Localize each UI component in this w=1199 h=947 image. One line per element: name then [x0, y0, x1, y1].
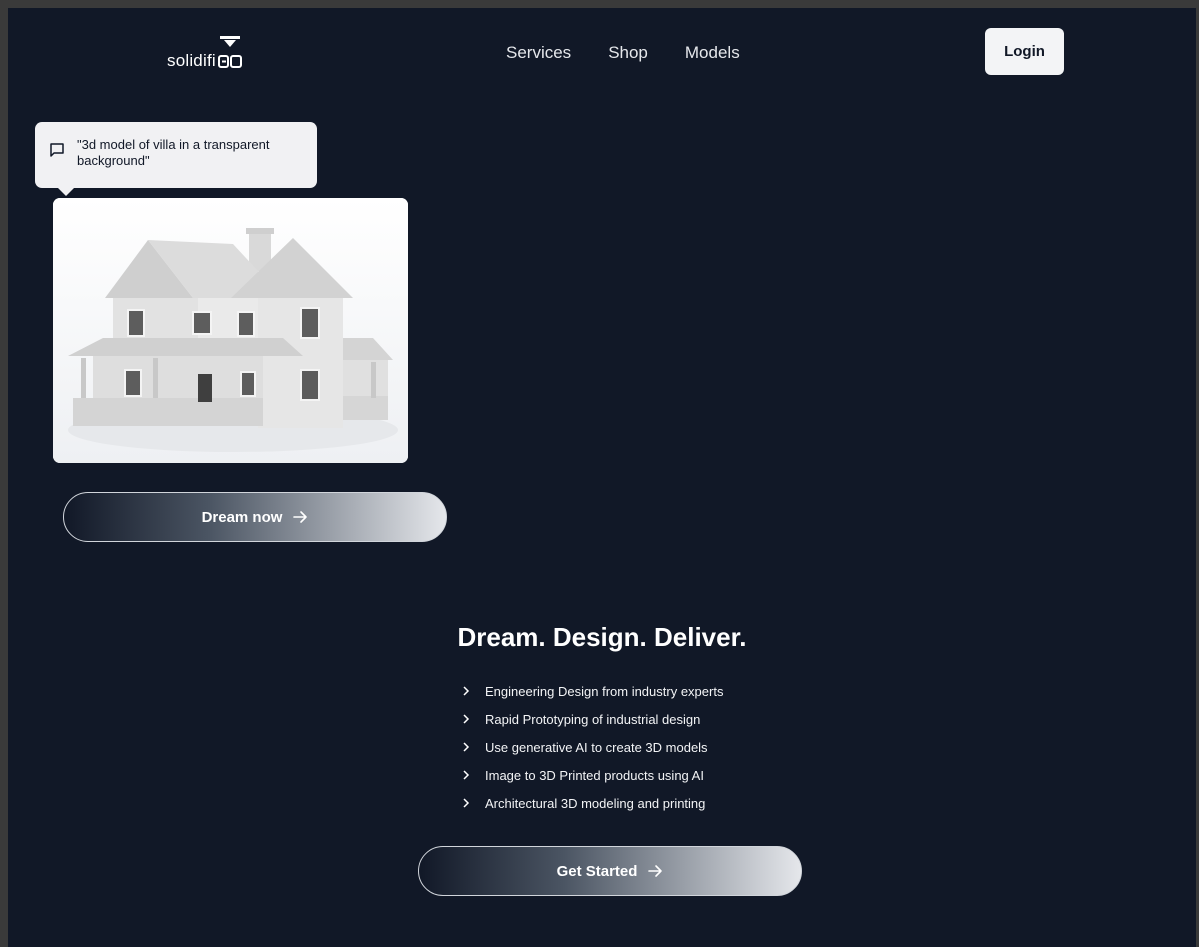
section-headline: Dream. Design. Deliver. [457, 622, 747, 652]
list-item: Architectural 3D modeling and printing [460, 789, 723, 817]
logo-text: solidifi [167, 51, 216, 70]
nav-link-models[interactable]: Models [685, 43, 740, 63]
arrow-right-icon [648, 865, 663, 877]
get-started-button[interactable]: Get Started [418, 846, 802, 896]
list-item: Rapid Prototyping of industrial design [460, 705, 723, 733]
login-button[interactable]: Login [985, 28, 1064, 75]
prompt-bubble: "3d model of villa in a transparent back… [35, 122, 317, 196]
chevron-right-icon [463, 686, 470, 696]
chevron-right-icon [463, 714, 470, 724]
nav-links: Services Shop Models [506, 43, 740, 63]
page: solidifi Services Shop Models Login "3d … [8, 8, 1196, 947]
dream-now-button[interactable]: Dream now [63, 492, 447, 542]
nav-link-services[interactable]: Services [506, 43, 571, 63]
feature-text: Architectural 3D modeling and printing [485, 795, 706, 811]
navbar: solidifi Services Shop Models Login [8, 8, 1196, 98]
chevron-right-icon [463, 770, 470, 780]
feature-text: Engineering Design from industry experts [485, 683, 724, 699]
chevron-right-icon [463, 742, 470, 752]
nav-link-shop[interactable]: Shop [608, 43, 648, 63]
arrow-right-icon [293, 511, 308, 523]
feature-list: Engineering Design from industry experts… [460, 677, 723, 817]
list-item: Use generative AI to create 3D models [460, 733, 723, 761]
prompt-text: "3d model of villa in a transparent back… [77, 137, 270, 168]
villa-illustration [53, 198, 408, 463]
list-item: Image to 3D Printed products using AI [460, 761, 723, 789]
logo[interactable]: solidifi [167, 36, 267, 76]
feature-text: Use generative AI to create 3D models [485, 739, 708, 755]
house-model-image [53, 198, 408, 463]
feature-text: Rapid Prototyping of industrial design [485, 711, 701, 727]
3d-printer-logo-icon [218, 36, 242, 68]
feature-text: Image to 3D Printed products using AI [485, 767, 704, 783]
chat-icon [50, 143, 64, 157]
list-item: Engineering Design from industry experts [460, 677, 723, 705]
chevron-right-icon [463, 798, 470, 808]
dream-now-label: Dream now [201, 508, 283, 526]
get-started-label: Get Started [556, 862, 638, 880]
